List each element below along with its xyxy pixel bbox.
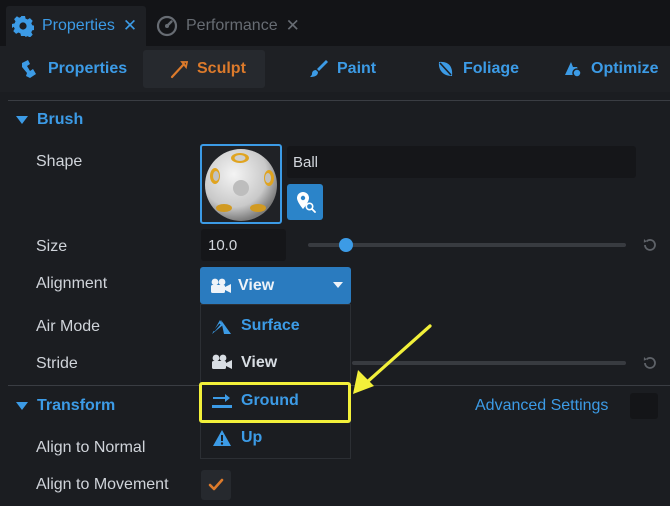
up-icon <box>211 429 233 447</box>
category-tab-bar: Properties Sculpt Paint Foliage Optimize <box>0 46 670 92</box>
align-to-movement-label: Align to Movement <box>36 476 169 493</box>
category-label: Optimize <box>591 60 659 77</box>
transform-section-header[interactable]: Transform <box>8 397 115 415</box>
menu-item-surface[interactable]: Surface <box>211 317 300 335</box>
gauge-icon <box>156 15 178 37</box>
tab-optimize-category[interactable]: Optimize <box>563 50 668 88</box>
close-icon[interactable]: ✕ <box>123 16 137 36</box>
shape-value: Ball <box>293 154 319 171</box>
alignment-selected-value: View <box>238 276 275 294</box>
sculpt-icon <box>169 59 189 79</box>
tab-properties[interactable]: Properties ✕ <box>6 6 146 46</box>
shape-label: Shape <box>36 153 83 170</box>
stride-slider-track[interactable] <box>352 361 626 365</box>
optimize-icon <box>563 59 583 79</box>
section-title: Transform <box>37 397 116 414</box>
align-to-movement-checkbox[interactable] <box>201 470 231 500</box>
tab-label: Properties <box>42 17 115 34</box>
size-label: Size <box>36 238 68 255</box>
collapse-triangle-icon <box>16 402 28 410</box>
camera-icon <box>211 354 233 372</box>
align-to-normal-label: Align to Normal <box>36 439 146 456</box>
tab-performance[interactable]: Performance ✕ <box>152 6 312 46</box>
shape-name-field <box>287 146 636 178</box>
menu-item-label: View <box>241 354 278 371</box>
category-label: Properties <box>48 60 128 77</box>
tab-properties-category[interactable]: Properties <box>20 50 135 88</box>
collapse-triangle-icon <box>16 116 28 124</box>
ball-brush-icon <box>205 149 277 221</box>
advanced-settings-link[interactable]: Advanced Settings <box>475 397 608 415</box>
advanced-settings-toggle[interactable] <box>630 393 658 419</box>
reset-icon[interactable] <box>642 237 658 253</box>
brush-section-header[interactable]: Brush <box>8 111 83 129</box>
alignment-label: Alignment <box>36 275 108 292</box>
brush-shape-thumbnail[interactable] <box>200 144 282 224</box>
asset-picker-button[interactable] <box>287 184 323 220</box>
category-label: Paint <box>337 60 377 77</box>
menu-item-up[interactable]: Up <box>211 429 262 447</box>
reset-icon[interactable] <box>642 355 658 371</box>
foliage-icon <box>435 59 455 79</box>
gear-icon <box>12 15 35 38</box>
chevron-down-icon <box>333 282 343 288</box>
properties-icon <box>20 59 40 79</box>
section-title: Brush <box>37 111 84 128</box>
ground-highlight-box <box>199 382 351 423</box>
tab-foliage-category[interactable]: Foliage <box>435 50 535 88</box>
tab-paint-category[interactable]: Paint <box>309 50 389 88</box>
category-label: Foliage <box>463 60 520 77</box>
alignment-dropdown[interactable]: View <box>200 267 351 304</box>
close-icon[interactable]: ✕ <box>286 16 300 36</box>
panel-tab-strip: Properties ✕ Performance ✕ <box>0 0 670 46</box>
menu-item-view[interactable]: View <box>211 354 277 372</box>
menu-item-label: Surface <box>241 317 300 334</box>
size-slider-track[interactable] <box>308 243 626 247</box>
checkmark-icon <box>208 478 224 491</box>
menu-item-label: Up <box>241 429 263 446</box>
size-value: 10.0 <box>208 237 238 254</box>
air-mode-label: Air Mode <box>36 318 101 335</box>
paint-brush-icon <box>309 59 329 79</box>
surface-icon <box>211 317 233 335</box>
category-label: Sculpt <box>197 60 246 77</box>
size-slider-knob[interactable] <box>339 238 353 252</box>
divider <box>8 100 670 101</box>
tab-label: Performance <box>186 17 278 34</box>
camera-icon <box>210 278 232 294</box>
stride-label: Stride <box>36 355 78 372</box>
location-search-icon <box>297 192 316 213</box>
tab-sculpt-category[interactable]: Sculpt <box>143 50 265 88</box>
